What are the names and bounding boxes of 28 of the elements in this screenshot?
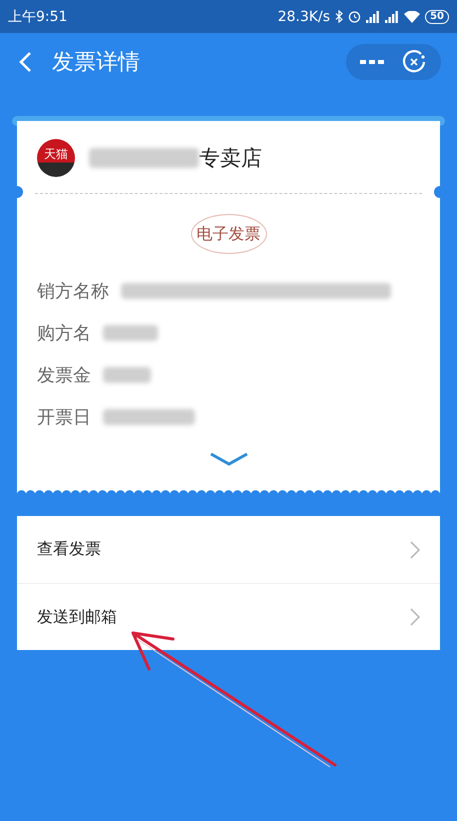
network-speed: 28.3K/s bbox=[278, 8, 330, 24]
blurred-text-drawing bbox=[103, 367, 151, 383]
field-label: 发票金 bbox=[37, 364, 91, 387]
chevron-right-icon bbox=[410, 608, 420, 626]
more-icon[interactable] bbox=[360, 59, 384, 65]
menu-row[interactable]: 查看发票 bbox=[17, 516, 440, 583]
wifi-icon bbox=[404, 10, 420, 22]
battery-icon: 50 bbox=[425, 10, 449, 24]
menu-row[interactable]: 发送到邮箱 bbox=[17, 583, 440, 650]
field-label: 购方名 bbox=[37, 322, 91, 345]
alarm-icon bbox=[348, 10, 362, 23]
field-label: 销方名称 bbox=[37, 280, 109, 303]
shop-logo: 天猫 bbox=[37, 139, 75, 177]
chevron-right-icon bbox=[410, 540, 420, 558]
expand-icon[interactable] bbox=[208, 452, 248, 466]
menu-label: 查看发票 bbox=[37, 539, 101, 560]
back-icon[interactable] bbox=[18, 51, 32, 73]
field-label: 开票日 bbox=[37, 406, 91, 429]
bluetooth-icon bbox=[335, 10, 344, 23]
shop-name: 专卖店 bbox=[199, 145, 262, 172]
invoice-stamp: 电子发票 bbox=[190, 214, 266, 254]
page-title: 发票详情 bbox=[52, 49, 141, 77]
status-time: 上午9:51 bbox=[8, 8, 68, 26]
blurred-text-drawing bbox=[103, 325, 158, 341]
menu-label: 发送到邮箱 bbox=[37, 606, 117, 628]
signal-icon bbox=[385, 10, 400, 22]
signal-icon bbox=[366, 10, 380, 22]
close-icon[interactable] bbox=[400, 49, 427, 75]
